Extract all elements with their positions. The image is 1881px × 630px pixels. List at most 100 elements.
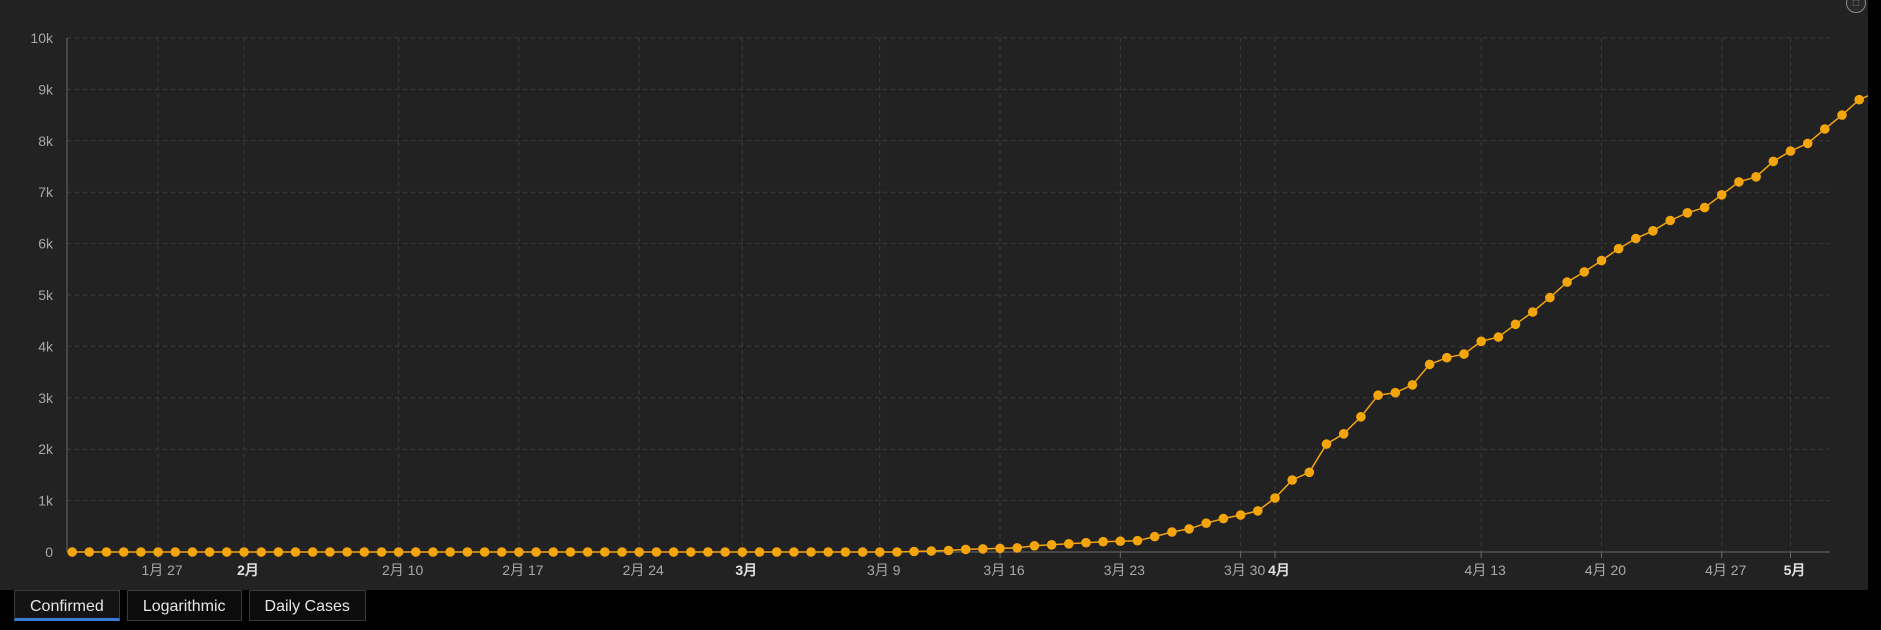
data-point[interactable] — [273, 547, 284, 557]
data-point[interactable] — [496, 547, 507, 557]
data-point[interactable] — [479, 547, 490, 557]
data-point[interactable] — [1424, 359, 1435, 370]
data-point[interactable] — [960, 544, 971, 555]
data-point[interactable] — [1132, 535, 1143, 546]
data-point[interactable] — [1201, 518, 1211, 528]
data-point[interactable] — [600, 547, 610, 557]
data-point[interactable] — [1459, 349, 1469, 359]
data-point[interactable] — [909, 546, 919, 557]
data-point[interactable] — [1854, 94, 1864, 105]
data-point[interactable] — [634, 547, 644, 557]
data-point[interactable] — [411, 547, 421, 557]
data-point[interactable] — [1751, 172, 1761, 182]
data-point[interactable] — [136, 547, 146, 557]
data-point[interactable] — [943, 545, 954, 556]
data-point[interactable] — [118, 547, 129, 557]
data-point[interactable] — [1270, 493, 1280, 503]
series-points[interactable] — [67, 49, 1868, 557]
data-point[interactable] — [1820, 124, 1830, 134]
data-point[interactable] — [565, 547, 576, 557]
data-point[interactable] — [290, 547, 301, 557]
data-point[interactable] — [1716, 190, 1727, 200]
data-point[interactable] — [67, 547, 77, 557]
tab-daily-cases[interactable]: Daily Cases — [248, 590, 366, 621]
data-point[interactable] — [1802, 138, 1813, 149]
data-point[interactable] — [1442, 352, 1452, 363]
data-point[interactable] — [239, 547, 249, 557]
data-point[interactable] — [1287, 475, 1297, 485]
data-point[interactable] — [1356, 412, 1366, 422]
data-point[interactable] — [170, 547, 181, 557]
data-point[interactable] — [531, 547, 541, 557]
data-point[interactable] — [582, 547, 593, 557]
data-point[interactable] — [101, 547, 112, 557]
data-point[interactable] — [1407, 380, 1418, 390]
data-point[interactable] — [1149, 531, 1160, 542]
data-point[interactable] — [686, 547, 696, 557]
data-point[interactable] — [926, 546, 937, 556]
data-point[interactable] — [1665, 215, 1675, 226]
data-point[interactable] — [1527, 307, 1538, 317]
data-point[interactable] — [1699, 202, 1710, 213]
data-point[interactable] — [823, 547, 833, 557]
data-point[interactable] — [256, 547, 267, 557]
data-point[interactable] — [445, 547, 456, 557]
data-point[interactable] — [875, 547, 885, 557]
data-point[interactable] — [668, 547, 679, 557]
data-point[interactable] — [1631, 233, 1641, 244]
data-point[interactable] — [153, 547, 163, 557]
data-point[interactable] — [187, 547, 198, 557]
data-point[interactable] — [1373, 390, 1383, 401]
data-point[interactable] — [1338, 429, 1349, 439]
data-point[interactable] — [771, 547, 782, 557]
data-point[interactable] — [892, 547, 902, 557]
data-point[interactable] — [1493, 332, 1504, 342]
data-point[interactable] — [737, 547, 748, 557]
data-point[interactable] — [840, 547, 851, 557]
data-point[interactable] — [754, 547, 765, 557]
data-point[interactable] — [1682, 208, 1693, 218]
data-point[interactable] — [1579, 267, 1590, 277]
data-point[interactable] — [393, 547, 404, 557]
data-point[interactable] — [342, 547, 352, 557]
data-point[interactable] — [1064, 539, 1074, 549]
data-point[interactable] — [1046, 540, 1057, 550]
data-point[interactable] — [84, 547, 95, 557]
data-point[interactable] — [978, 544, 988, 554]
data-point[interactable] — [1510, 319, 1521, 330]
tab-logarithmic[interactable]: Logarithmic — [126, 590, 242, 621]
data-point[interactable] — [548, 547, 559, 557]
data-point[interactable] — [1235, 510, 1246, 520]
data-point[interactable] — [428, 547, 438, 557]
data-point[interactable] — [1012, 543, 1022, 553]
data-point[interactable] — [204, 547, 215, 557]
data-point[interactable] — [1167, 527, 1177, 537]
data-point[interactable] — [1785, 146, 1796, 156]
data-point[interactable] — [720, 547, 730, 557]
data-point[interactable] — [1768, 156, 1779, 167]
data-point[interactable] — [307, 547, 318, 557]
data-point[interactable] — [1098, 536, 1108, 547]
data-point[interactable] — [806, 547, 816, 557]
data-point[interactable] — [1218, 513, 1229, 524]
data-point[interactable] — [1596, 255, 1607, 266]
data-point[interactable] — [1562, 277, 1572, 287]
tab-confirmed[interactable]: Confirmed — [14, 590, 120, 621]
data-point[interactable] — [1184, 524, 1194, 534]
data-point[interactable] — [1390, 387, 1401, 398]
data-point[interactable] — [359, 547, 370, 557]
data-point[interactable] — [857, 547, 868, 557]
data-point[interactable] — [1837, 110, 1847, 120]
data-point[interactable] — [1734, 177, 1744, 187]
data-point[interactable] — [1476, 336, 1486, 347]
data-point[interactable] — [1253, 506, 1263, 516]
data-point[interactable] — [1115, 536, 1126, 546]
data-point[interactable] — [222, 547, 232, 557]
data-point[interactable] — [1029, 541, 1040, 551]
data-point[interactable] — [1648, 226, 1658, 236]
data-point[interactable] — [995, 543, 1005, 554]
data-point[interactable] — [325, 547, 335, 557]
data-point[interactable] — [1613, 243, 1624, 254]
data-point[interactable] — [651, 547, 662, 557]
data-point[interactable] — [617, 547, 627, 557]
